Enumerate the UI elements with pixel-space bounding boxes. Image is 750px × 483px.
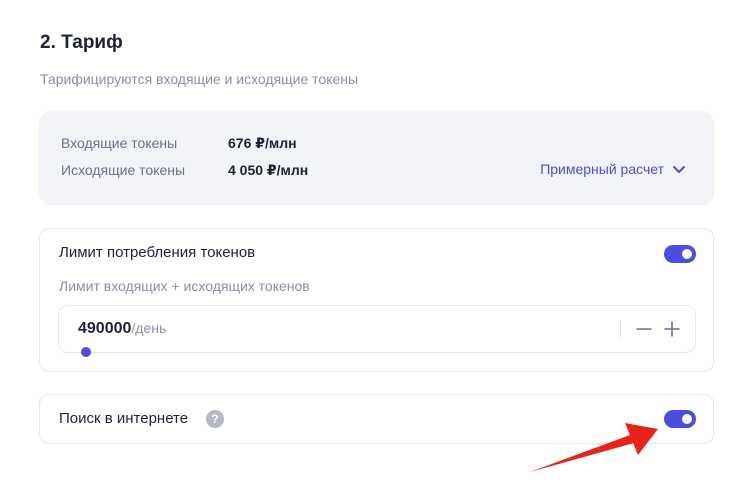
decrement-button[interactable] (635, 319, 653, 339)
section-subtitle: Тарифицируются входящие и исходящие токе… (40, 71, 359, 87)
token-limit-subtitle: Лимит входящих + исходящих токенов (59, 278, 310, 294)
price-label: Входящие токены (61, 135, 178, 151)
web-search-toggle[interactable] (664, 410, 696, 428)
estimate-dropdown-button[interactable]: Примерный расчет (540, 161, 686, 177)
pricing-card: Входящие токены 676 ₽/млн Исходящие токе… (39, 111, 714, 205)
token-limit-card: Лимит потребления токенов Лимит входящих… (39, 228, 714, 372)
web-search-title: Поиск в интернете (59, 410, 189, 427)
price-value: 4 050 ₽/млн (228, 161, 309, 178)
minus-icon (636, 328, 652, 330)
toggle-knob (682, 249, 692, 259)
token-limit-input[interactable]: 490000/день (58, 305, 696, 357)
section-title: 2. Тариф (40, 32, 123, 53)
red-arrow-annotation (530, 423, 658, 472)
token-limit-number: 490000 (78, 320, 132, 337)
token-limit-value[interactable]: 490000/день (78, 320, 166, 338)
tariff-settings-page: 2. Тариф Тарифицируются входящие и исход… (0, 0, 750, 483)
plus-icon (664, 321, 680, 337)
token-limit-unit: /день (131, 320, 167, 336)
token-limit-toggle[interactable] (664, 245, 696, 263)
price-value: 676 ₽/млн (228, 134, 297, 151)
price-label: Исходящие токены (61, 162, 186, 178)
token-limit-slider-handle[interactable] (81, 347, 91, 357)
help-icon[interactable]: ? (206, 410, 224, 428)
estimate-label: Примерный расчет (540, 161, 664, 177)
price-row-input-tokens: Входящие токены 676 ₽/млн (61, 134, 297, 152)
toggle-knob (682, 414, 692, 424)
token-limit-title: Лимит потребления токенов (59, 244, 256, 261)
increment-button[interactable] (663, 319, 681, 339)
stepper-divider (620, 320, 621, 338)
chevron-down-icon (672, 165, 686, 174)
price-row-output-tokens: Исходящие токены 4 050 ₽/млн (61, 161, 308, 179)
